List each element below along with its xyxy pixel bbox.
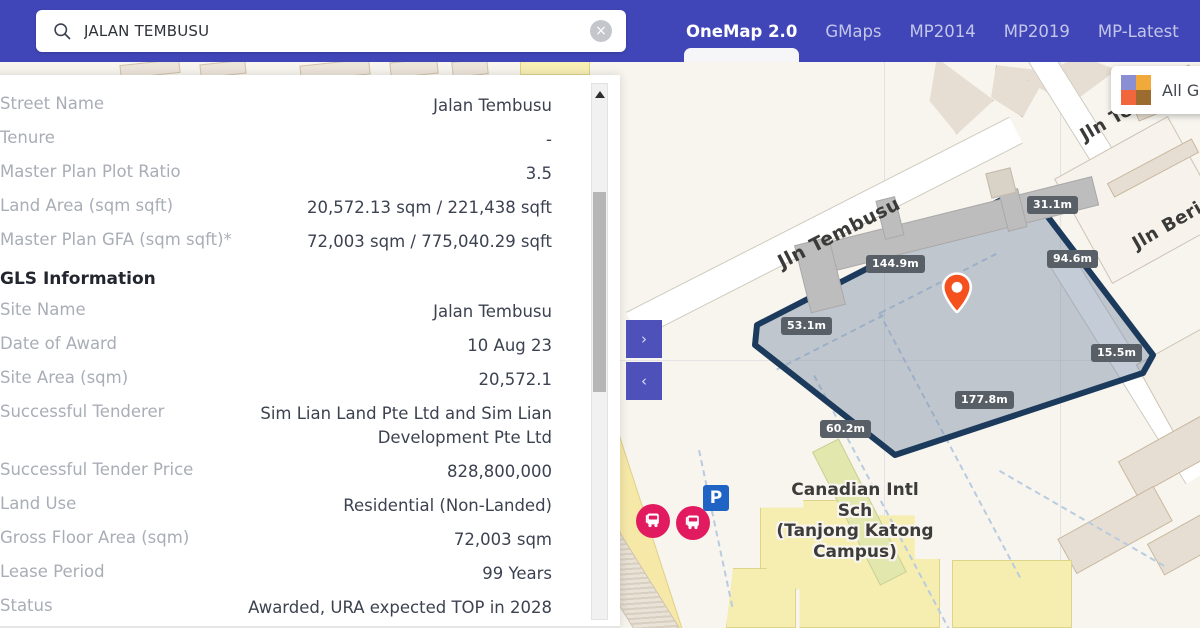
row-label: Status xyxy=(0,595,53,615)
row-label: Street Name xyxy=(0,94,105,113)
search-input[interactable] xyxy=(84,22,590,40)
row-value: 72,003 sqm xyxy=(453,529,552,549)
bus-stop-icon[interactable] xyxy=(636,504,670,538)
section-title-gls: GLS Information xyxy=(0,269,156,289)
nav-item-mp-latest[interactable]: MP-Latest xyxy=(1084,0,1193,62)
info-row: Site Area (sqm) 20,572.1 xyxy=(0,363,552,397)
gls-swatch-icon xyxy=(1121,75,1151,105)
top-navigation-bar: × OneMap 2.0 GMaps MP2014 MP2019 MP-Late… xyxy=(0,0,1200,62)
panel-expand-button[interactable]: › xyxy=(626,320,662,358)
row-value: 20,572.13 sqm / 221,438 sqft xyxy=(307,198,552,217)
row-value: Jalan Tembusu xyxy=(433,302,552,321)
row-value: Sim Lian Land Pte Ltd and Sim Lian Devel… xyxy=(260,404,552,447)
row-value: 99 Years xyxy=(482,563,552,583)
row-label: Land Area (sqm sqft) xyxy=(0,196,174,215)
parking-icon[interactable]: P xyxy=(703,485,729,511)
row-label: Land Use xyxy=(0,493,77,513)
row-label: Master Plan GFA (sqm sqft)* xyxy=(0,230,232,249)
search-icon xyxy=(52,21,72,41)
nav-item-mp2014[interactable]: MP2014 xyxy=(896,0,990,62)
property-info-panel: Street Name Jalan Tembusu Tenure - Maste… xyxy=(0,75,620,628)
dimension-label: 94.6m xyxy=(1047,250,1099,268)
row-value: Jalan Tembusu xyxy=(433,96,552,115)
row-value: 72,003 sqm / 775,040.29 sqft xyxy=(307,232,552,251)
dimension-label: 144.9m xyxy=(866,255,925,273)
info-row: Land Use Residential (Non-Landed) xyxy=(0,489,552,523)
row-value: Residential (Non-Landed) xyxy=(343,495,552,515)
info-row: Site Name Jalan Tembusu xyxy=(0,295,552,329)
school-campus-block xyxy=(952,560,1072,628)
row-value: 20,572.1 xyxy=(478,370,552,389)
row-label: Date of Award xyxy=(0,334,118,353)
row-label: Successful Tenderer xyxy=(0,402,165,421)
panel-scroll-content: Street Name Jalan Tembusu Tenure - Maste… xyxy=(0,75,574,628)
dimension-label: 60.2m xyxy=(820,420,872,438)
info-row: Status Awarded, URA expected TOP in 2028 xyxy=(0,591,552,625)
gls-legend-chip[interactable]: All GLS xyxy=(1111,66,1200,114)
row-label: Successful Tender Price xyxy=(0,459,194,479)
info-row: Gross Floor Area (sqm) 72,003 sqm xyxy=(0,523,552,557)
info-row: Street Name Jalan Tembusu xyxy=(0,89,552,123)
nav-item-gmaps[interactable]: GMaps xyxy=(811,0,895,62)
info-row: Lease Period 99 Years xyxy=(0,557,552,591)
info-row: Master Plan GFA (sqm sqft)* 72,003 sqm /… xyxy=(0,225,552,259)
row-label: Master Plan Plot Ratio xyxy=(0,162,181,181)
landuse-block xyxy=(520,60,590,75)
row-value: 828,800,000 xyxy=(447,461,552,481)
info-row: Master Plan Plot Ratio 3.5 xyxy=(0,157,552,191)
clear-icon[interactable]: × xyxy=(590,20,612,42)
panel-scrollbar[interactable] xyxy=(591,83,608,620)
location-pin-icon[interactable] xyxy=(941,272,973,314)
onemap-app: 31.1m 144.9m 94.6m 53.1m 15.5m 177.8m 60… xyxy=(0,0,1200,628)
row-value: 3.5 xyxy=(525,164,552,183)
info-row: Successful Tenderer Sim Lian Land Pte Lt… xyxy=(0,397,552,455)
dimension-label: 15.5m xyxy=(1091,344,1143,362)
info-row: Successful Tender Price 828,800,000 xyxy=(0,455,552,489)
search-bar[interactable]: × xyxy=(36,10,626,52)
panel-collapse-button[interactable]: ‹ xyxy=(626,362,662,400)
nav-item-onemap[interactable]: OneMap 2.0 xyxy=(672,0,811,62)
nav-item-landlot[interactable]: LandLot xyxy=(1193,0,1200,62)
info-row: Tenure - xyxy=(0,123,552,157)
nav-item-mp2019[interactable]: MP2019 xyxy=(990,0,1084,62)
row-label: Gross Floor Area (sqm) xyxy=(0,527,190,547)
poi-label-canadian-intl-school: Canadian Intl Sch (Tanjong Katong Campus… xyxy=(776,480,934,563)
triangle-up-icon[interactable] xyxy=(592,86,607,102)
dimension-label: 177.8m xyxy=(955,391,1014,409)
dimension-label: 31.1m xyxy=(1027,196,1079,214)
info-row: Land Area (sqm sqft) 20,572.13 sqm / 221… xyxy=(0,191,552,225)
row-label: Site Name xyxy=(0,300,86,319)
bus-stop-icon[interactable] xyxy=(676,506,710,540)
scrollbar-thumb[interactable] xyxy=(593,192,606,392)
row-label: Site Area (sqm) xyxy=(0,368,129,387)
info-row: Date of Award 10 Aug 23 xyxy=(0,329,552,363)
row-value: 10 Aug 23 xyxy=(467,336,552,355)
row-value: Awarded, URA expected TOP in 2028 xyxy=(248,597,552,617)
gls-legend-label: All GLS xyxy=(1162,80,1200,100)
dimension-label: 53.1m xyxy=(781,317,833,335)
row-label: Tenure xyxy=(0,128,55,147)
row-label: Lease Period xyxy=(0,561,105,581)
row-value: - xyxy=(546,130,552,149)
nav-menu: OneMap 2.0 GMaps MP2014 MP2019 MP-Latest… xyxy=(672,0,1200,62)
